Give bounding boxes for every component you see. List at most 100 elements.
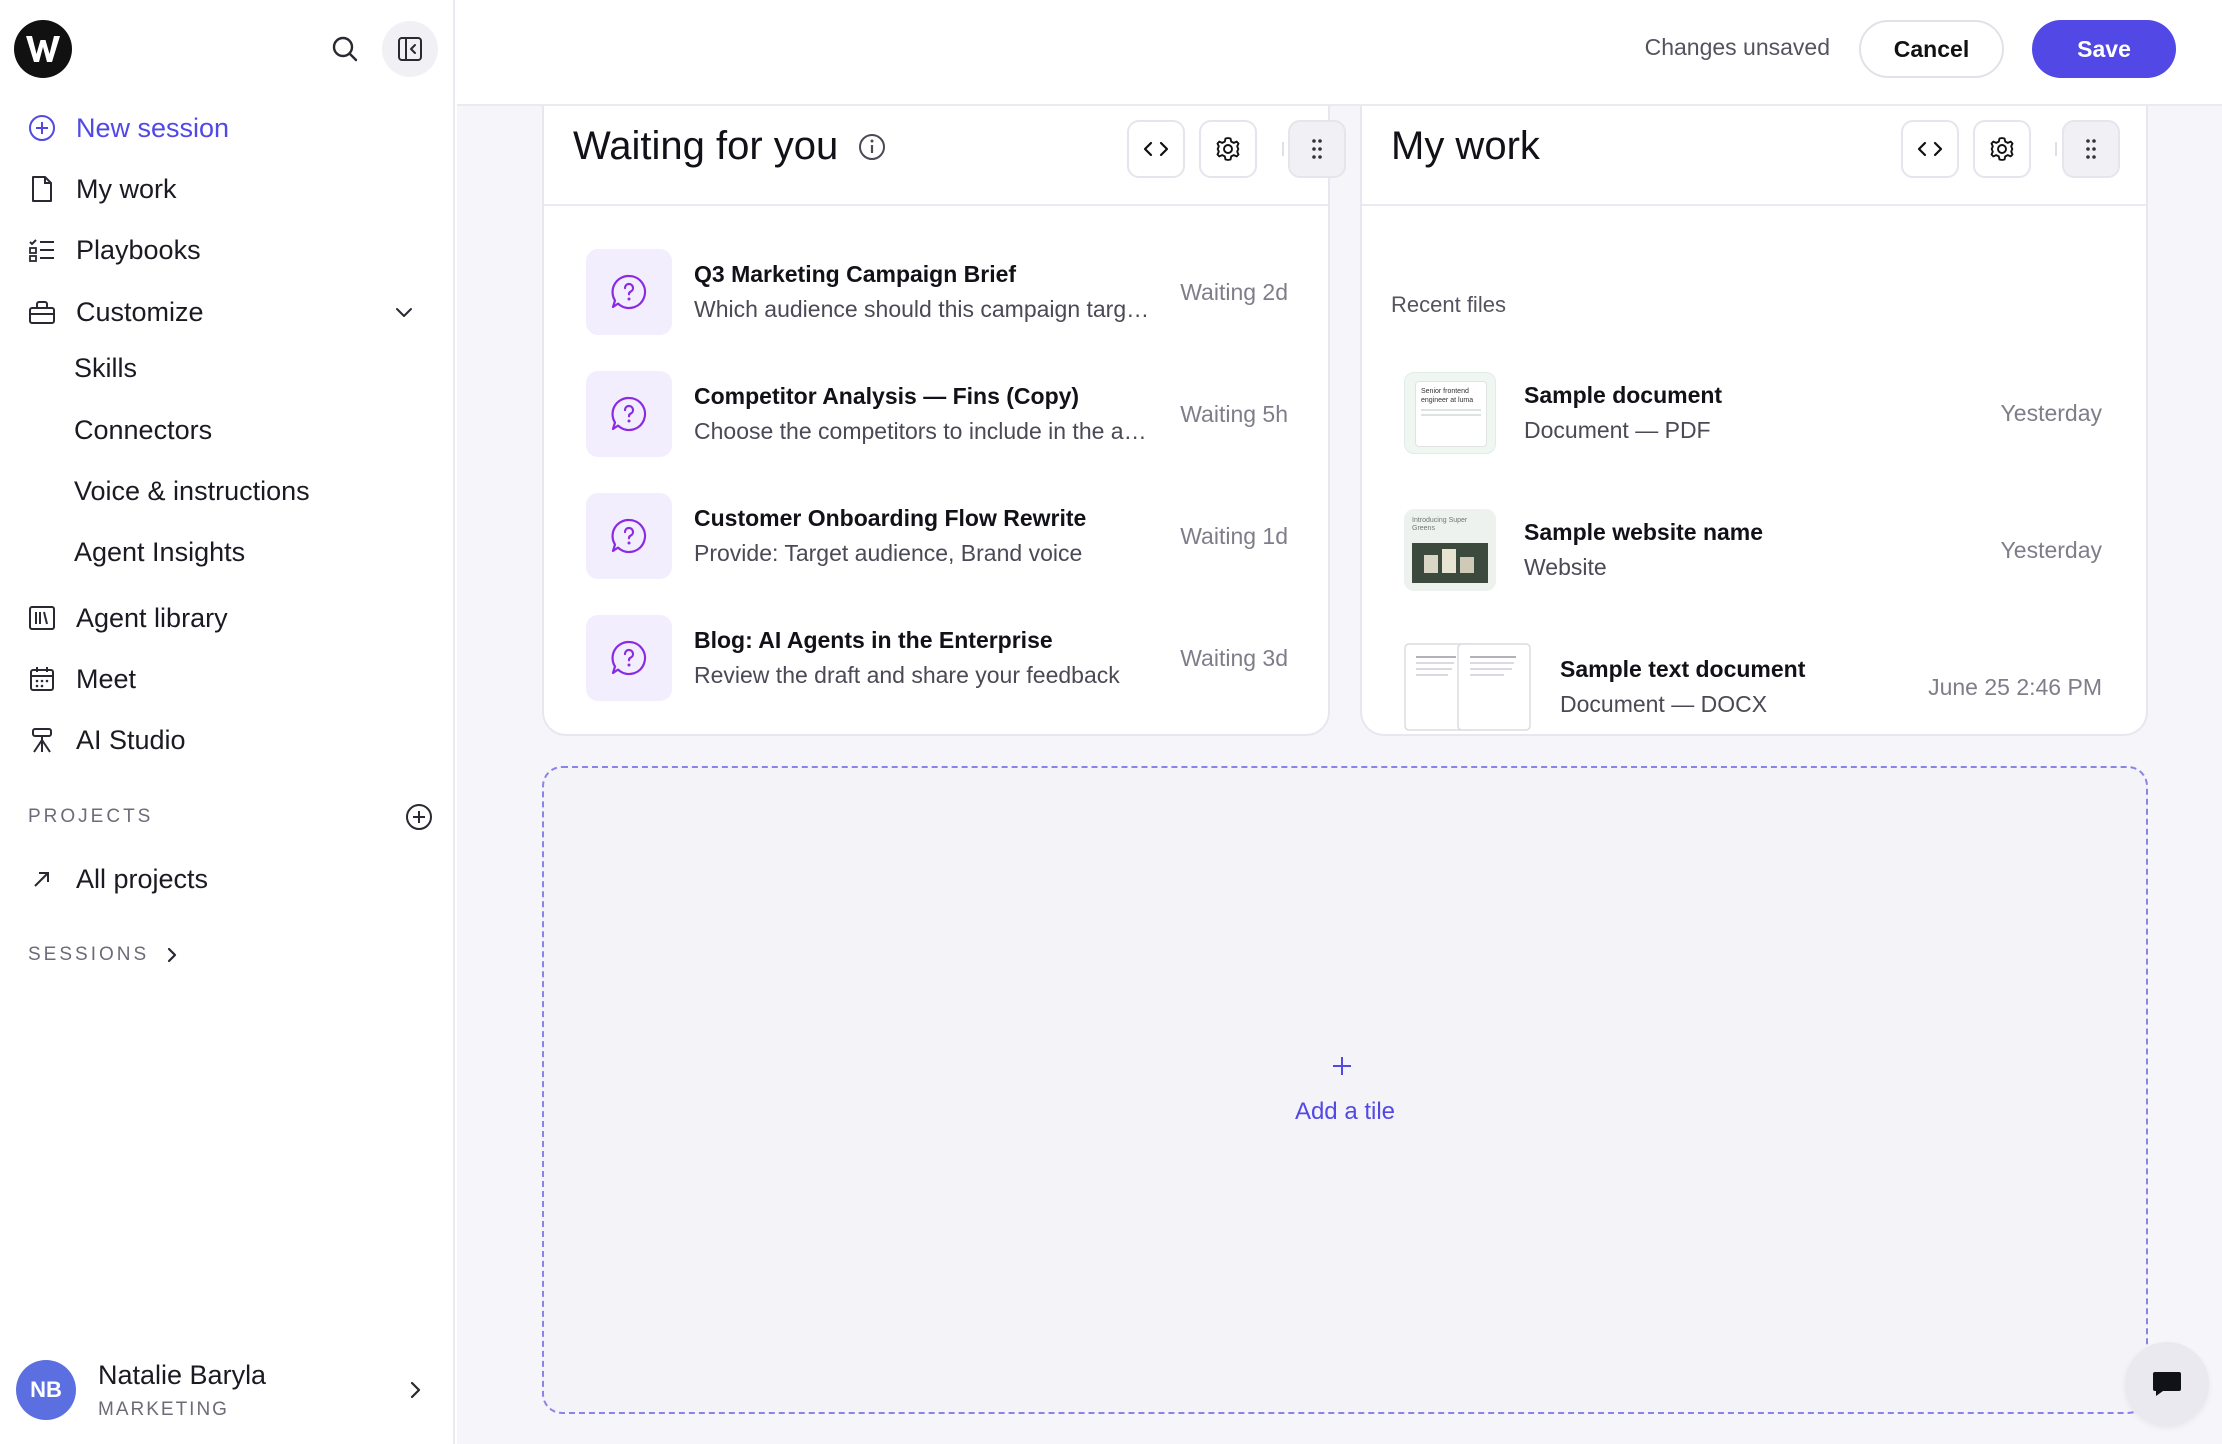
item-wait-time: Waiting 1d (1180, 522, 1288, 549)
nav-skills[interactable]: Skills (74, 346, 137, 390)
embed-code-button[interactable] (1127, 120, 1185, 178)
nav-customize[interactable]: Customize (28, 288, 204, 336)
nav-voice-instructions[interactable]: Voice & instructions (74, 469, 310, 513)
tile-title: My work (1391, 124, 1540, 168)
nav-label: All projects (76, 863, 209, 894)
tile-settings-button[interactable] (1199, 120, 1257, 178)
item-description: Choose the competitors to include in the… (694, 418, 1154, 444)
user-profile[interactable]: NB Natalie Baryla MARKETING (16, 1354, 436, 1426)
sessions-section-toggle[interactable]: SESSIONS (28, 944, 181, 966)
file-type: Document — PDF (1524, 417, 1711, 443)
drag-handle[interactable] (1288, 120, 1346, 178)
sidebar-collapse-icon (398, 37, 422, 61)
nav-playbooks[interactable]: Playbooks (28, 226, 201, 274)
drag-handle[interactable] (2062, 120, 2120, 178)
file-name: Sample website name (1524, 519, 1764, 545)
file-type: Document — DOCX (1560, 691, 1768, 717)
item-title: Q3 Marketing Campaign Brief (694, 261, 1017, 287)
file-icon (28, 175, 56, 203)
item-wait-time: Waiting 2d (1180, 278, 1288, 305)
nav-agent-library[interactable]: Agent library (28, 594, 228, 642)
file-row[interactable]: Senior frontend engineer at luma Sample … (1404, 368, 2102, 458)
tile-title-text: Waiting for you (573, 124, 839, 168)
chat-button[interactable] (2125, 1342, 2209, 1426)
tile-header: Waiting for you (544, 106, 1346, 206)
unsaved-status: Changes unsaved (1644, 34, 1830, 60)
list-item[interactable]: Blog: AI Agents in the Enterprise Review… (586, 614, 1288, 702)
item-title: Competitor Analysis — Fins (Copy) (694, 383, 1080, 409)
item-description: Which audience should this campaign targ… (694, 296, 1154, 322)
file-date: June 25 2:46 PM (1928, 673, 2102, 700)
list-item[interactable]: Competitor Analysis — Fins (Copy) Choose… (586, 370, 1288, 458)
file-type: Website (1524, 554, 1607, 580)
file-name: Sample document (1524, 382, 1723, 408)
add-tile-dropzone[interactable]: Add a tile (542, 766, 2148, 1414)
toolbox-icon (28, 298, 56, 326)
add-project-icon[interactable] (404, 802, 434, 837)
search-button[interactable] (317, 21, 373, 77)
code-icon (1143, 141, 1169, 157)
nav-meet[interactable]: Meet (28, 655, 136, 703)
embed-code-button[interactable] (1901, 120, 1959, 178)
divider (2055, 142, 2057, 156)
nav-label: Meet (76, 663, 137, 694)
logo-w-icon (26, 36, 60, 62)
tile-title: Waiting for you (573, 124, 886, 169)
thumbnail-text: Senior frontend engineer at luma (1421, 388, 1474, 404)
arrow-up-right-icon (28, 865, 56, 893)
search-icon (332, 36, 358, 62)
question-chat-icon (586, 371, 672, 457)
nav-new-session[interactable]: New session (28, 104, 229, 152)
question-chat-icon (586, 249, 672, 335)
item-wait-time: Waiting 5h (1180, 400, 1288, 427)
nav-my-work[interactable]: My work (28, 165, 177, 213)
question-chat-icon (586, 493, 672, 579)
collapse-sidebar-button[interactable] (382, 21, 438, 77)
nav-connectors[interactable]: Connectors (74, 408, 212, 452)
item-title: Customer Onboarding Flow Rewrite (694, 505, 1087, 531)
sessions-section-label: SESSIONS (28, 944, 150, 965)
file-row[interactable]: Sample text document Document — DOCX Jun… (1404, 642, 2102, 732)
list-item[interactable]: Q3 Marketing Campaign Brief Which audien… (586, 248, 1288, 336)
nav-agent-insights[interactable]: Agent Insights (74, 530, 245, 574)
checklist-icon (28, 236, 56, 264)
chevron-down-icon[interactable] (392, 300, 416, 329)
item-description: Provide: Target audience, Brand voice (694, 540, 1083, 566)
chat-icon (2153, 1372, 2181, 1396)
plus-icon (1330, 1054, 1354, 1083)
file-row[interactable]: Introducing Super Greens Sample website … (1404, 505, 2102, 595)
list-item[interactable]: Customer Onboarding Flow Rewrite Provide… (586, 492, 1288, 580)
item-description: Review the draft and share your feedback (694, 662, 1120, 688)
avatar: NB (16, 1360, 76, 1420)
website-thumbnail: Introducing Super Greens (1404, 509, 1496, 591)
item-wait-time: Waiting 3d (1180, 644, 1288, 671)
top-bar: Changes unsaved Cancel Save (457, 0, 2222, 106)
cancel-button[interactable]: Cancel (1859, 20, 2004, 78)
calendar-icon (28, 665, 56, 693)
docx-thumbnail (1404, 643, 1532, 731)
profile-name: Natalie Baryla (98, 1359, 267, 1390)
save-button[interactable]: Save (2032, 20, 2176, 78)
chevron-right-icon (404, 1374, 428, 1411)
file-date: Yesterday (2000, 399, 2102, 426)
workspace-logo[interactable] (14, 20, 72, 78)
add-tile-label: Add a tile (1294, 1098, 1396, 1125)
nav-label: New session (76, 112, 230, 143)
profile-role: MARKETING (98, 1398, 229, 1420)
item-title: Blog: AI Agents in the Enterprise (694, 627, 1053, 653)
nav-ai-studio[interactable]: AI Studio (28, 716, 186, 764)
file-name: Sample text document (1560, 656, 1806, 682)
info-icon[interactable] (858, 133, 886, 161)
nav-label: Playbooks (76, 234, 201, 265)
gear-icon (1216, 137, 1240, 161)
nav-label: Customize (76, 296, 204, 327)
tile-settings-button[interactable] (1973, 120, 2031, 178)
nav-label: AI Studio (76, 724, 186, 755)
tile-header: My work (1362, 106, 2146, 206)
plus-circle-icon (28, 114, 56, 142)
nav-all-projects[interactable]: All projects (28, 855, 208, 903)
studio-icon (28, 726, 56, 754)
chevron-right-icon (168, 947, 177, 963)
pdf-thumbnail: Senior frontend engineer at luma (1404, 372, 1496, 454)
my-work-tile: My work Recent files Senior frontend eng… (1360, 106, 2148, 736)
